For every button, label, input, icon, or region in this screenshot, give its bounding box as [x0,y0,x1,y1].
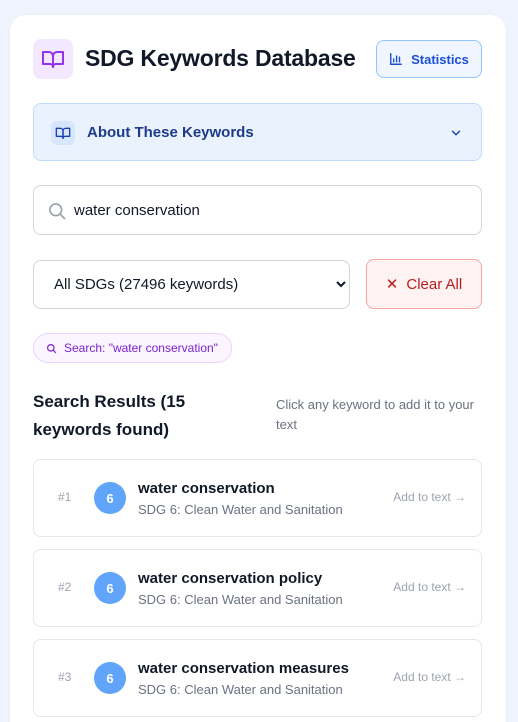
sdg-badge: 6 [94,572,126,604]
keyword-sdg-label: SDG 6: Clean Water and Sanitation [138,592,343,607]
keyword-name: water conservation [138,480,275,497]
open-book-icon [42,51,64,68]
x-icon: ✕ [385,275,399,293]
add-to-text-link[interactable]: Add to text → [393,490,466,504]
about-keywords-toggle[interactable]: About These Keywords [33,103,482,161]
search-filter-chip: Search: "water conservation" [33,333,232,363]
search-icon [49,203,66,220]
sdg-badge: 6 [94,662,126,694]
search-box [33,185,482,235]
about-icon-box [51,121,75,145]
statistics-label: Statistics [411,51,469,67]
sdg-badge: 6 [94,482,126,514]
result-item[interactable]: #3 6 water conservation measures SDG 6: … [33,639,482,717]
clear-all-label: Clear All [406,275,463,293]
statistics-button[interactable]: Statistics [376,40,482,78]
results-heading: Search Results (15 keywords found) [33,392,186,439]
keyword-sdg-label: SDG 6: Clean Water and Sanitation [138,682,343,697]
result-item[interactable]: #2 6 water conservation policy SDG 6: Cl… [33,549,482,627]
result-rank: #1 [58,490,72,504]
search-input[interactable] [74,186,471,234]
page-title: SDG Keywords Database [85,45,356,71]
results-hint: Click any keyword to add it to your text [276,397,474,432]
about-label: About These Keywords [87,124,254,141]
keyword-sdg-label: SDG 6: Clean Water and Sanitation [138,502,343,517]
add-to-text-link[interactable]: Add to text → [393,580,466,594]
keyword-name: water conservation measures [138,660,349,677]
app-header: SDG Keywords Database Statistics [33,39,482,79]
result-rank: #2 [58,580,72,594]
chevron-down-icon [451,130,461,136]
main-card: SDG Keywords Database Statistics About T… [10,15,506,722]
logo [33,39,73,79]
sdg-filter-select[interactable]: All SDGs (27496 keywords) [33,260,350,309]
search-icon [47,343,57,353]
result-item[interactable]: #1 6 water conservation SDG 6: Clean Wat… [33,459,482,537]
clear-all-button[interactable]: ✕ Clear All [366,259,482,309]
keyword-name: water conservation policy [138,570,323,587]
book-icon [55,127,71,139]
search-chip-label: Search: "water conservation" [64,341,218,355]
result-rank: #3 [58,670,72,684]
add-to-text-link[interactable]: Add to text → [393,670,466,684]
bar-chart-icon [390,53,403,65]
